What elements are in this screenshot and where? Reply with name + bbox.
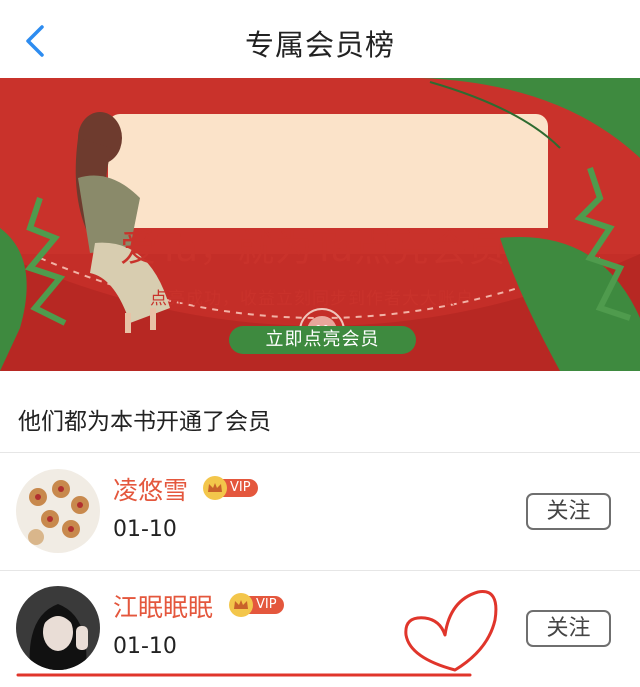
- section-title: 他们都为本书开通了会员: [18, 409, 271, 435]
- nav-bar: 专属会员榜: [0, 0, 640, 78]
- banner-headline: 爱Ta，就为Ta点亮会员: [120, 227, 507, 270]
- promo-banner[interactable]: 爱Ta，就为Ta点亮会员 点亮成功，收益立刻同步到作者大大账户 立即点亮会员: [0, 78, 640, 371]
- vip-badge: VIP: [229, 593, 284, 617]
- light-up-vip-button[interactable]: 立即点亮会员: [229, 326, 416, 354]
- member-name[interactable]: 江眠眠眠: [113, 588, 213, 624]
- page-title: 专属会员榜: [244, 28, 395, 62]
- member-name[interactable]: 凌悠雪: [113, 471, 188, 507]
- banner-subtitle: 点亮成功，收益立刻同步到作者大大账户: [150, 289, 474, 309]
- member-row[interactable]: 江眠眠眠 VIP 01-10 关注: [0, 570, 640, 687]
- member-date: 01-10: [113, 517, 177, 542]
- member-row[interactable]: 凌悠雪 VIP 01-10 关注: [0, 453, 640, 570]
- avatar[interactable]: [16, 469, 100, 553]
- vip-badge: VIP: [203, 476, 258, 500]
- crown-icon: [229, 593, 253, 617]
- member-date: 01-10: [113, 634, 177, 659]
- avatar[interactable]: [16, 586, 100, 670]
- follow-button[interactable]: 关注: [526, 493, 611, 530]
- follow-button[interactable]: 关注: [526, 610, 611, 647]
- crown-icon: [203, 476, 227, 500]
